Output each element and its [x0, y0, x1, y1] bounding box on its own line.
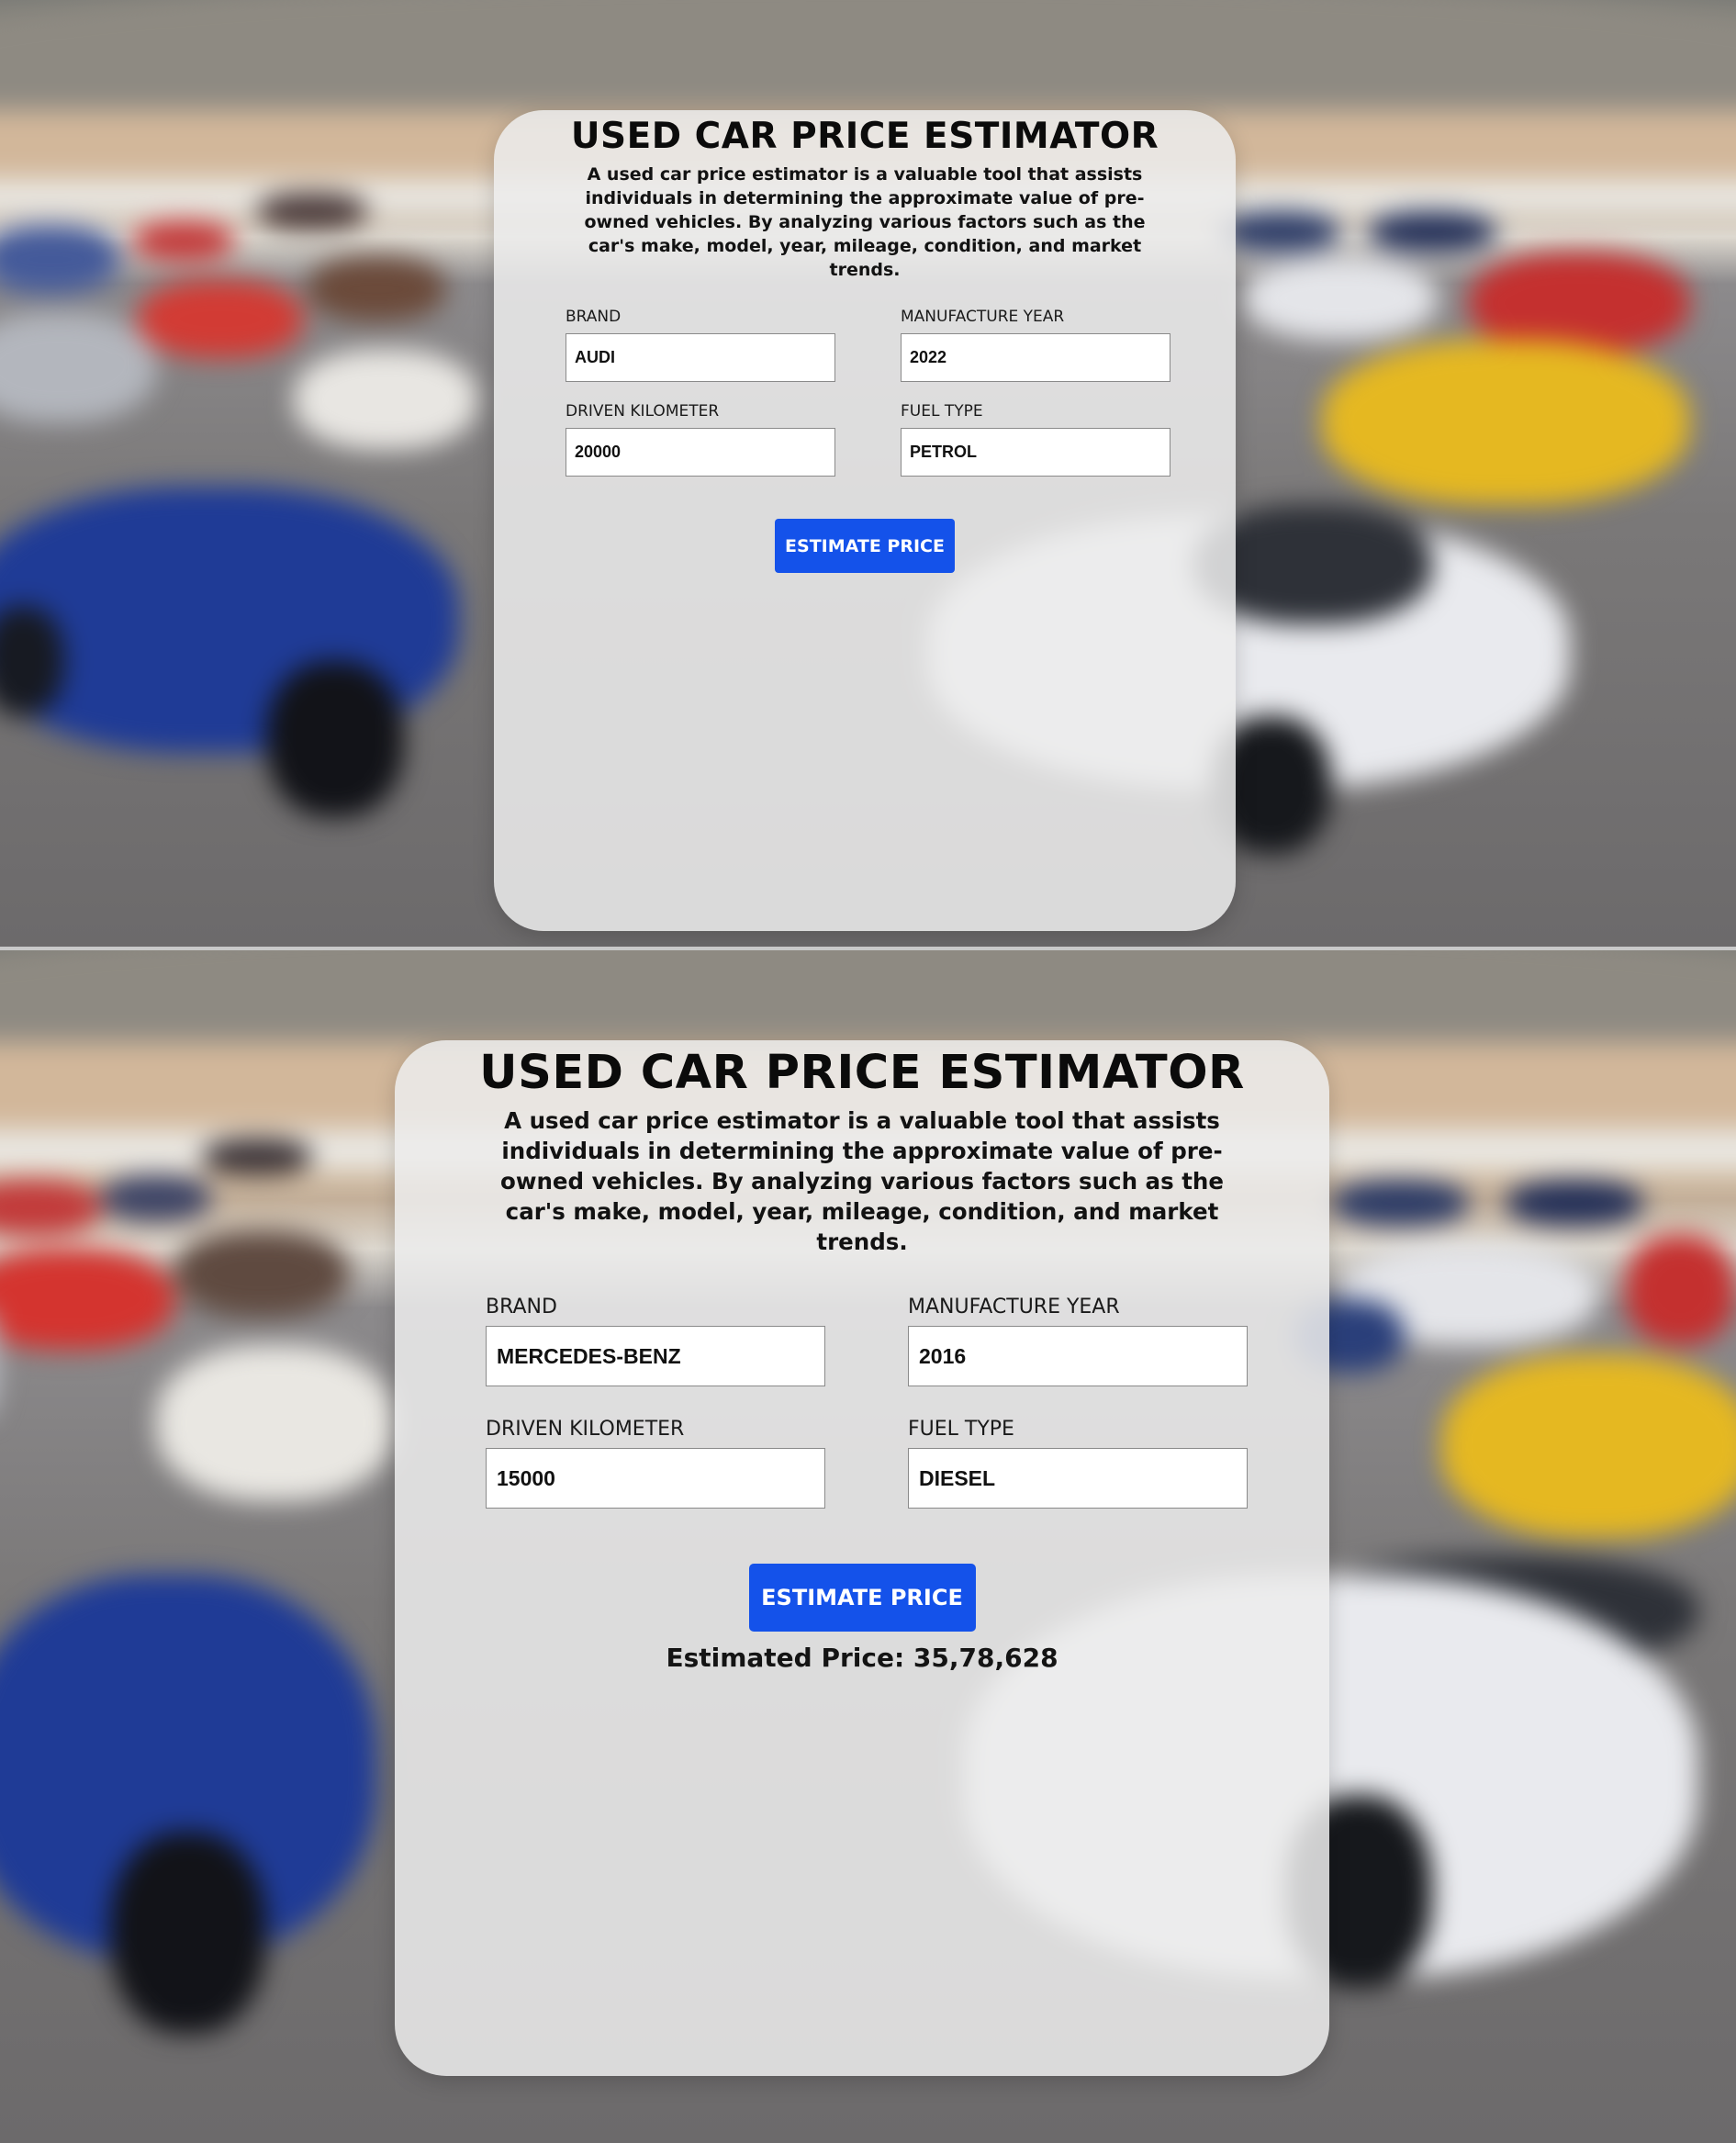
- fuel-label: FUEL TYPE: [908, 1418, 1014, 1441]
- brand-field: BRAND: [566, 308, 836, 382]
- fuel-label: FUEL TYPE: [901, 402, 983, 421]
- km-label: DRIVEN KILOMETER: [486, 1418, 685, 1441]
- year-field: MANUFACTURE YEAR: [901, 308, 1171, 382]
- year-input[interactable]: [901, 333, 1170, 382]
- km-input[interactable]: [486, 1448, 825, 1509]
- year-label: MANUFACTURE YEAR: [901, 308, 1065, 326]
- estimate-price-button[interactable]: ESTIMATE PRICE: [775, 519, 955, 573]
- fuel-input[interactable]: [901, 428, 1170, 477]
- screenshot-with-result: USED CAR PRICE ESTIMATOR A used car pric…: [0, 950, 1736, 2143]
- estimator-form: BRAND MANUFACTURE YEAR DRIVEN KILOMETER …: [566, 308, 1171, 477]
- brand-label: BRAND: [486, 1296, 557, 1318]
- estimator-form: BRAND MANUFACTURE YEAR DRIVEN KILOMETER …: [486, 1296, 1248, 1509]
- screenshot-initial: USED CAR PRICE ESTIMATOR A used car pric…: [0, 0, 1736, 947]
- year-field: MANUFACTURE YEAR: [908, 1296, 1248, 1386]
- estimated-price-result: Estimated Price: 35,78,628: [666, 1643, 1058, 1673]
- estimate-price-button[interactable]: ESTIMATE PRICE: [748, 1564, 976, 1632]
- year-input[interactable]: [908, 1326, 1248, 1386]
- page-description: A used car price estimator is a valuable…: [584, 164, 1146, 280]
- brand-input[interactable]: [486, 1326, 825, 1386]
- page-title: USED CAR PRICE ESTIMATOR: [479, 1046, 1245, 1100]
- estimator-card: USED CAR PRICE ESTIMATOR A used car pric…: [395, 1040, 1329, 2076]
- km-input[interactable]: [566, 428, 835, 477]
- estimator-card: USED CAR PRICE ESTIMATOR A used car pric…: [494, 110, 1236, 931]
- fuel-input[interactable]: [908, 1448, 1248, 1509]
- year-label: MANUFACTURE YEAR: [908, 1296, 1120, 1318]
- brand-label: BRAND: [566, 308, 622, 326]
- km-label: DRIVEN KILOMETER: [566, 402, 720, 421]
- km-field: DRIVEN KILOMETER: [566, 402, 836, 477]
- fuel-field: FUEL TYPE: [908, 1418, 1248, 1509]
- brand-input[interactable]: [566, 333, 835, 382]
- brand-field: BRAND: [486, 1296, 825, 1386]
- page-description: A used car price estimator is a valuable…: [500, 1107, 1224, 1255]
- page-title: USED CAR PRICE ESTIMATOR: [570, 116, 1159, 157]
- km-field: DRIVEN KILOMETER: [486, 1418, 825, 1509]
- fuel-field: FUEL TYPE: [901, 402, 1171, 477]
